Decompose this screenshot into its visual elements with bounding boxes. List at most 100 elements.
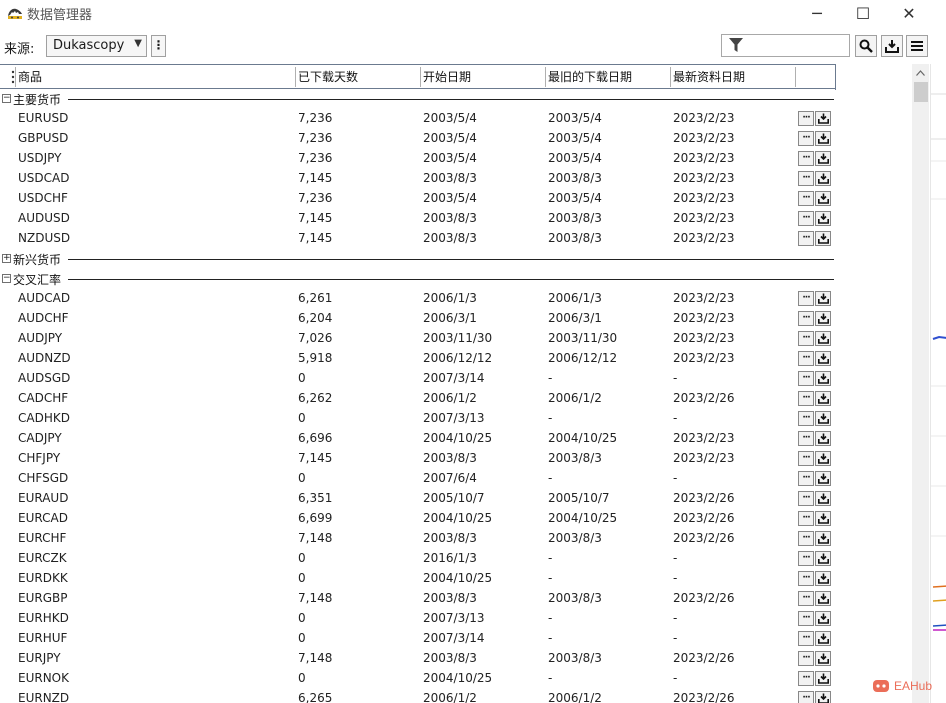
- row-more-button[interactable]: ···: [798, 391, 814, 406]
- group-header[interactable]: − 主要货币: [0, 89, 836, 109]
- row-more-button[interactable]: ···: [798, 551, 814, 566]
- row-download-button[interactable]: [815, 491, 831, 506]
- row-download-button[interactable]: [815, 231, 831, 246]
- row-download-button[interactable]: [815, 131, 831, 146]
- header-start-date[interactable]: 开始日期: [423, 68, 471, 85]
- column-divider[interactable]: [295, 67, 296, 87]
- scroll-up-button[interactable]: [912, 64, 929, 81]
- table-row[interactable]: EURDKK 0 2004/10/25 - - ···: [0, 569, 836, 589]
- table-row[interactable]: EURHUF 0 2007/3/14 - - ···: [0, 629, 836, 649]
- table-row[interactable]: USDJPY 7,236 2003/5/4 2003/5/4 2023/2/23 ···: [0, 149, 836, 169]
- row-download-button[interactable]: [815, 631, 831, 646]
- table-row[interactable]: EURCAD 6,699 2004/10/25 2004/10/25 2023/2/26…: [0, 509, 836, 529]
- table-row[interactable]: EURJPY 7,148 2003/8/3 2003/8/3 2023/2/26 ···: [0, 649, 836, 669]
- row-download-button[interactable]: [815, 611, 831, 626]
- row-more-button[interactable]: ···: [798, 151, 814, 166]
- column-divider[interactable]: [670, 67, 671, 87]
- row-download-button[interactable]: [815, 151, 831, 166]
- row-download-button[interactable]: [815, 551, 831, 566]
- row-more-button[interactable]: ···: [798, 651, 814, 666]
- row-more-button[interactable]: ···: [798, 531, 814, 546]
- table-row[interactable]: AUDNZD 5,918 2006/12/12 2006/12/12 2023/2/23…: [0, 349, 836, 369]
- search-button[interactable]: [855, 35, 877, 57]
- scrollbar-thumb[interactable]: [914, 82, 928, 102]
- filter-input[interactable]: [721, 34, 850, 57]
- table-row[interactable]: GBPUSD 7,236 2003/5/4 2003/5/4 2023/2/23 ···: [0, 129, 836, 149]
- row-more-button[interactable]: ···: [798, 111, 814, 126]
- row-download-button[interactable]: [815, 311, 831, 326]
- row-more-button[interactable]: ···: [798, 231, 814, 246]
- row-download-button[interactable]: [815, 531, 831, 546]
- table-row[interactable]: AUDSGD 0 2007/3/14 - - ···: [0, 369, 836, 389]
- group-header[interactable]: − 交叉汇率: [0, 269, 836, 289]
- row-download-button[interactable]: [815, 351, 831, 366]
- row-more-button[interactable]: ···: [798, 191, 814, 206]
- row-download-button[interactable]: [815, 391, 831, 406]
- row-more-button[interactable]: ···: [798, 611, 814, 626]
- row-download-button[interactable]: [815, 571, 831, 586]
- row-more-button[interactable]: ···: [798, 491, 814, 506]
- row-download-button[interactable]: [815, 591, 831, 606]
- table-row[interactable]: NZDUSD 7,145 2003/8/3 2003/8/3 2023/2/23 ···: [0, 229, 836, 249]
- table-row[interactable]: AUDCAD 6,261 2006/1/3 2006/1/3 2023/2/23 ···: [0, 289, 836, 309]
- table-row[interactable]: CADCHF 6,262 2006/1/2 2006/1/2 2023/2/26 ···: [0, 389, 836, 409]
- row-more-button[interactable]: ···: [798, 511, 814, 526]
- row-download-button[interactable]: [815, 451, 831, 466]
- vertical-scrollbar[interactable]: [912, 64, 929, 703]
- table-row[interactable]: CHFJPY 7,145 2003/8/3 2003/8/3 2023/2/23 ···: [0, 449, 836, 469]
- table-row[interactable]: EURNZD 6,265 2006/1/2 2006/1/2 2023/2/26 ···: [0, 689, 836, 703]
- row-download-button[interactable]: [815, 411, 831, 426]
- table-row[interactable]: CADHKD 0 2007/3/13 - - ···: [0, 409, 836, 429]
- row-download-button[interactable]: [815, 511, 831, 526]
- row-more-button[interactable]: ···: [798, 571, 814, 586]
- row-more-button[interactable]: ···: [798, 331, 814, 346]
- row-download-button[interactable]: [815, 691, 831, 703]
- column-divider[interactable]: [420, 67, 421, 87]
- row-more-button[interactable]: ···: [798, 351, 814, 366]
- source-menu-button[interactable]: ⋮: [151, 35, 166, 57]
- menu-button[interactable]: [906, 35, 928, 57]
- collapse-icon[interactable]: −: [2, 274, 11, 283]
- row-download-button[interactable]: [815, 111, 831, 126]
- table-row[interactable]: EURAUD 6,351 2005/10/7 2005/10/7 2023/2/26 ··…: [0, 489, 836, 509]
- row-more-button[interactable]: ···: [798, 171, 814, 186]
- row-more-button[interactable]: ···: [798, 411, 814, 426]
- row-download-button[interactable]: [815, 171, 831, 186]
- row-more-button[interactable]: ···: [798, 451, 814, 466]
- row-download-button[interactable]: [815, 671, 831, 686]
- table-row[interactable]: CHFSGD 0 2007/6/4 - - ···: [0, 469, 836, 489]
- column-divider[interactable]: [15, 67, 16, 87]
- row-more-button[interactable]: ···: [798, 691, 814, 703]
- table-row[interactable]: EURCZK 0 2016/1/3 - - ···: [0, 549, 836, 569]
- import-button[interactable]: [881, 35, 903, 57]
- table-row[interactable]: EURHKD 0 2007/3/13 - - ···: [0, 609, 836, 629]
- header-days-downloaded[interactable]: 已下载天数: [298, 68, 358, 85]
- header-latest-data-date[interactable]: 最新资料日期: [673, 68, 745, 85]
- source-dropdown[interactable]: Dukascopy ▼: [46, 35, 147, 57]
- table-row[interactable]: AUDJPY 7,026 2003/11/30 2003/11/30 2023/2/23…: [0, 329, 836, 349]
- table-row[interactable]: USDCAD 7,145 2003/8/3 2003/8/3 2023/2/23 ···: [0, 169, 836, 189]
- row-more-button[interactable]: ···: [798, 431, 814, 446]
- maximize-button[interactable]: ☐: [840, 0, 886, 26]
- table-row[interactable]: EURNOK 0 2004/10/25 - - ···: [0, 669, 836, 689]
- row-more-button[interactable]: ···: [798, 311, 814, 326]
- row-more-button[interactable]: ···: [798, 471, 814, 486]
- table-row[interactable]: AUDUSD 7,145 2003/8/3 2003/8/3 2023/2/23 ···: [0, 209, 836, 229]
- row-download-button[interactable]: [815, 371, 831, 386]
- collapse-icon[interactable]: −: [2, 94, 11, 103]
- row-download-button[interactable]: [815, 211, 831, 226]
- expand-icon[interactable]: +: [2, 254, 11, 263]
- row-more-button[interactable]: ···: [798, 631, 814, 646]
- column-divider[interactable]: [795, 67, 796, 87]
- row-download-button[interactable]: [815, 471, 831, 486]
- row-download-button[interactable]: [815, 291, 831, 306]
- group-header[interactable]: + 新兴货币: [0, 249, 836, 269]
- row-more-button[interactable]: ···: [798, 371, 814, 386]
- table-row[interactable]: EURUSD 7,236 2003/5/4 2003/5/4 2023/2/23 ···: [0, 109, 836, 129]
- header-oldest-download-date[interactable]: 最旧的下载日期: [548, 68, 632, 85]
- table-row[interactable]: CADJPY 6,696 2004/10/25 2004/10/25 2023/2/23…: [0, 429, 836, 449]
- row-more-button[interactable]: ···: [798, 591, 814, 606]
- header-symbol[interactable]: 商品: [18, 68, 42, 85]
- row-download-button[interactable]: [815, 651, 831, 666]
- row-download-button[interactable]: [815, 191, 831, 206]
